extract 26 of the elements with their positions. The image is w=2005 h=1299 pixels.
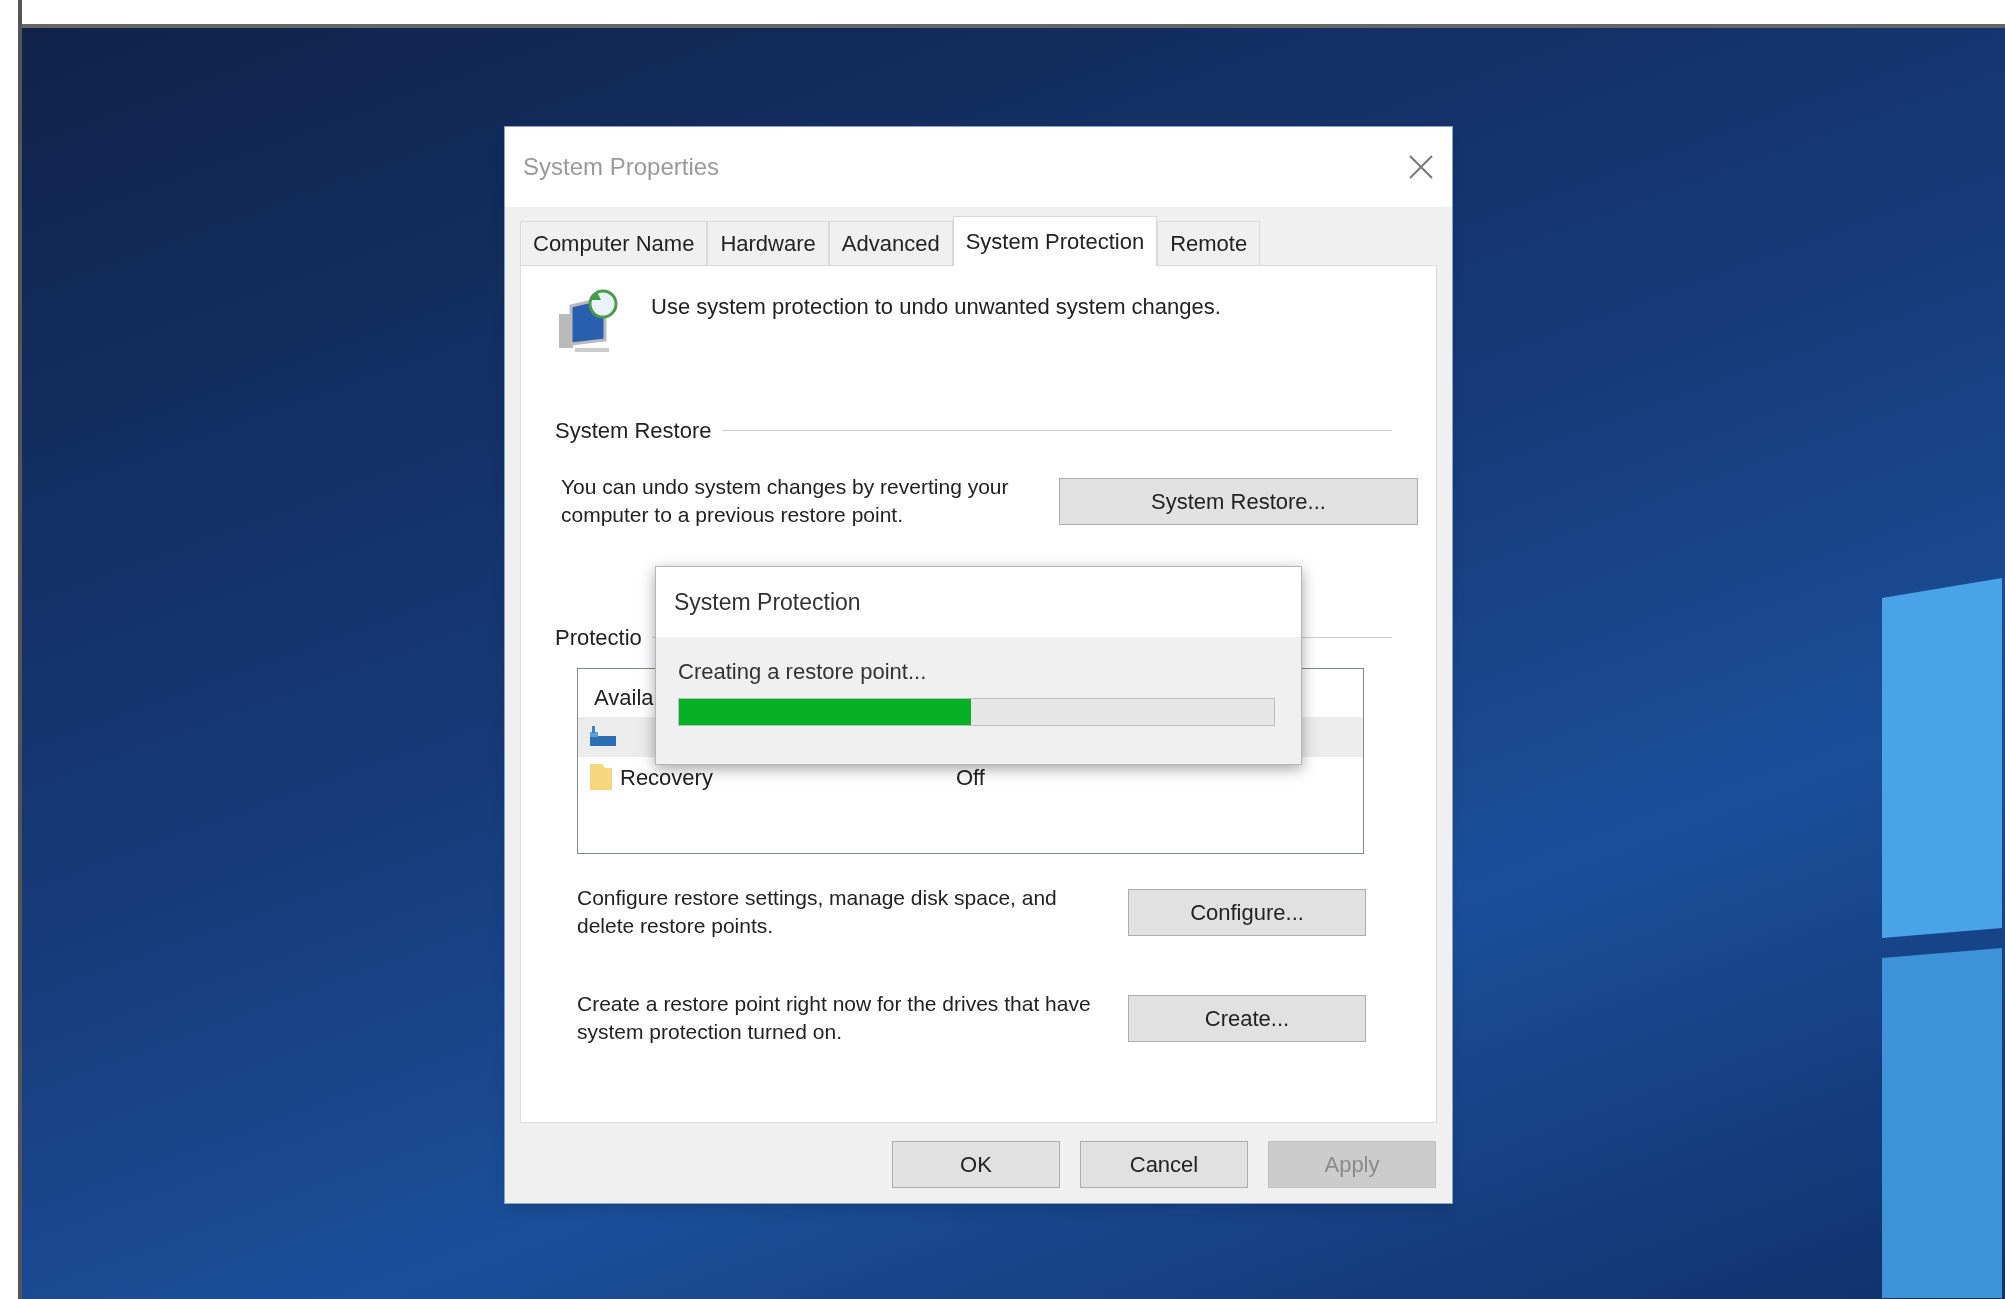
system-restore-button[interactable]: System Restore... — [1059, 477, 1418, 525]
folder-icon — [588, 762, 614, 792]
column-header: Availa — [593, 684, 655, 712]
tab[interactable]: Advanced — [828, 221, 953, 265]
tab[interactable]: Remote — [1157, 221, 1261, 265]
progress-title: System Protection — [674, 587, 861, 617]
tab[interactable]: Hardware — [707, 221, 829, 265]
description-text: Create a restore point right now for the drives that have system protection turned on. — [577, 991, 1092, 1045]
protection-status: Off — [956, 763, 985, 792]
computer-restore-icon — [557, 288, 619, 354]
group-heading: Protectio — [555, 624, 642, 652]
close-icon[interactable] — [1408, 154, 1434, 180]
description-text: Configure restore settings, manage disk space, and delete restore points. — [577, 885, 1058, 939]
intro-text: Use system protection to undo unwanted system changes. — [651, 293, 1221, 321]
configure-button[interactable]: Configure... — [1128, 888, 1366, 936]
window-title: System Properties — [523, 152, 720, 182]
dialog-button[interactable]: OK — [892, 1141, 1060, 1188]
create-button[interactable]: Create... — [1128, 994, 1366, 1042]
tab[interactable]: System Protection — [952, 216, 1158, 266]
tab[interactable]: Computer Name — [520, 221, 708, 265]
dialog-button[interactable]: Cancel — [1080, 1141, 1248, 1188]
drive-name: Recovery — [620, 763, 714, 792]
group-heading: System Restore — [555, 417, 712, 445]
description-text: You can undo system changes by reverting your computer to a previous restore point. — [561, 474, 1010, 528]
drive-row[interactable]: Recovery Off — [578, 757, 1363, 797]
progress-message: Creating a restore point... — [678, 658, 928, 686]
